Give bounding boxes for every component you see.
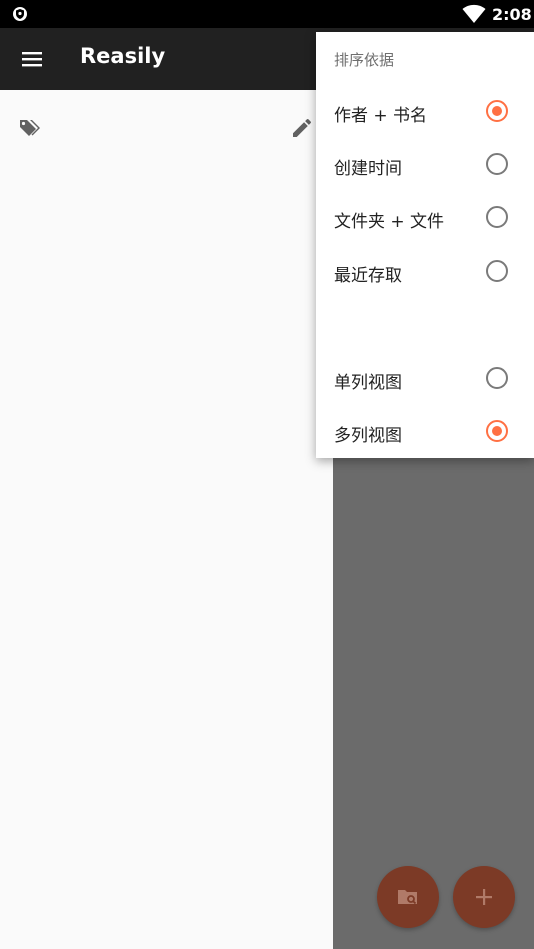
sort-menu-header: 排序依据 (334, 51, 395, 69)
add-button[interactable] (453, 866, 515, 928)
radio-unchecked-icon[interactable] (486, 260, 508, 282)
plus-icon (476, 889, 492, 905)
radio-unchecked-icon[interactable] (486, 206, 508, 228)
app-title: Reasily (80, 44, 166, 68)
wifi-icon (462, 4, 486, 23)
view-option-label: 单列视图 (334, 373, 402, 393)
sort-option-recent-access[interactable]: 最近存取 (316, 245, 534, 298)
radio-unchecked-icon[interactable] (486, 367, 508, 389)
view-option-label: 多列视图 (334, 426, 402, 446)
status-time: 2:08 (492, 5, 532, 24)
menu-icon[interactable] (20, 47, 44, 71)
tags-icon[interactable] (18, 116, 44, 142)
sort-menu: 排序依据 作者 + 书名 创建时间 文件夹 + 文件 最近存取 单列视图 多列视… (316, 32, 534, 458)
sort-option-author-title[interactable]: 作者 + 书名 (316, 85, 534, 138)
radio-checked-icon[interactable] (486, 420, 508, 442)
navigation-drawer (0, 90, 333, 949)
view-option-single-column[interactable]: 单列视图 (316, 352, 534, 405)
radio-unchecked-icon[interactable] (486, 153, 508, 175)
view-option-multi-column[interactable]: 多列视图 (316, 405, 534, 458)
sort-option-label: 文件夹 + 文件 (334, 212, 445, 232)
edit-icon[interactable] (290, 116, 314, 140)
status-bar: 2:08 (0, 0, 534, 28)
folder-search-icon (398, 890, 417, 905)
folder-search-button[interactable] (377, 866, 439, 928)
shield-icon (13, 7, 27, 21)
radio-checked-icon[interactable] (486, 100, 508, 122)
sort-option-label: 创建时间 (334, 159, 402, 179)
sort-option-created-time[interactable]: 创建时间 (316, 138, 534, 191)
sort-option-folder-file[interactable]: 文件夹 + 文件 (316, 191, 534, 244)
sort-option-label: 作者 + 书名 (334, 106, 428, 126)
sort-option-label: 最近存取 (334, 266, 402, 286)
